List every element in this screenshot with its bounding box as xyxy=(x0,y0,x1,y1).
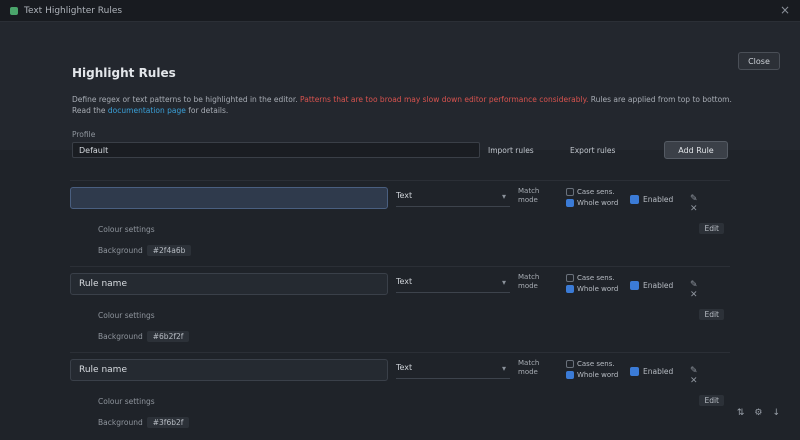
background-label: Background xyxy=(98,418,143,427)
match-mode-label: Match mode xyxy=(518,187,540,204)
colour-settings-label: Colour settings xyxy=(98,311,155,320)
close-window-icon[interactable]: × xyxy=(780,3,790,17)
add-rule-button[interactable]: Add Rule xyxy=(664,141,728,159)
background-label: Background xyxy=(98,332,143,341)
case-option[interactable]: Case sens. xyxy=(566,187,618,198)
bottom-toolbar: ⇅ ⚙ ↓ xyxy=(737,408,780,418)
settings-header-panel: Close Highlight Rules Define regex or te… xyxy=(0,22,800,159)
checkbox-icon xyxy=(566,371,574,379)
wholeword-option[interactable]: Whole word xyxy=(566,370,618,381)
active-tab[interactable]: Text Highlighter Rules xyxy=(0,0,130,22)
rule-type-value: Text xyxy=(396,363,413,372)
case-option-label: Case sens. xyxy=(577,360,615,368)
chevron-down-icon: ▾ xyxy=(501,192,506,201)
edit-colour-button[interactable]: Edit xyxy=(699,309,724,320)
window-titlebar: Text Highlighter Rules × xyxy=(0,0,800,22)
rule-type-value: Text xyxy=(396,277,413,286)
rule-name-input[interactable]: Rule name xyxy=(70,359,388,381)
rule-type-select[interactable]: Text ▾ xyxy=(396,363,510,379)
colour-settings-label: Colour settings xyxy=(98,225,155,234)
desc-suffix: for details. xyxy=(185,106,229,115)
documentation-link[interactable]: documentation page xyxy=(108,106,186,115)
export-label: Export rules xyxy=(570,145,616,155)
match-options: Case sens. Whole word xyxy=(566,273,618,295)
enable-label: Enabled xyxy=(643,367,674,376)
checkbox-icon xyxy=(630,281,639,290)
profile-label: Profile xyxy=(72,130,96,139)
profile-select[interactable]: Default xyxy=(72,142,480,158)
background-value[interactable]: #3f6b2f xyxy=(146,417,190,428)
chevron-down-icon: ▾ xyxy=(501,278,506,287)
rule-item: Rule name Text ▾ Match mode Case sens. Wh… xyxy=(70,266,730,352)
background-value[interactable]: #2f4a6b xyxy=(146,245,192,256)
match-mode-label: Match mode xyxy=(518,359,540,376)
rule-type-value: Text xyxy=(396,191,413,200)
checkbox-icon xyxy=(630,367,639,376)
import-rules-button[interactable]: Import rules xyxy=(488,143,534,157)
wholeword-option[interactable]: Whole word xyxy=(566,284,618,295)
checkbox-icon xyxy=(566,188,574,196)
enable-label: Enabled xyxy=(643,281,674,290)
plugin-icon xyxy=(10,6,18,15)
case-option-label: Case sens. xyxy=(577,274,615,282)
rule-action-icons[interactable]: ✎ ✕ xyxy=(690,280,730,300)
enable-toggle[interactable]: Enabled xyxy=(630,367,673,376)
rule-type-select[interactable]: Text ▾ xyxy=(396,277,510,293)
page-title: Highlight Rules xyxy=(72,66,176,80)
edit-colour-button[interactable]: Edit xyxy=(699,223,724,234)
enable-toggle[interactable]: Enabled xyxy=(630,281,673,290)
rules-list: Text ▾ Match mode Case sens. Whole word E… xyxy=(70,180,730,438)
rule-name-input[interactable] xyxy=(70,187,388,209)
export-rules-button[interactable]: Export rules xyxy=(570,143,615,157)
enable-toggle[interactable]: Enabled xyxy=(630,195,673,204)
wholeword-option-label: Whole word xyxy=(577,285,619,293)
rule-action-icons[interactable]: ✎ ✕ xyxy=(690,366,730,386)
gear-icon[interactable]: ⚙ xyxy=(754,408,762,418)
background-label: Background xyxy=(98,246,143,255)
wholeword-option[interactable]: Whole word xyxy=(566,198,618,209)
close-button[interactable]: Close xyxy=(738,52,780,70)
rule-item: Text ▾ Match mode Case sens. Whole word E… xyxy=(70,180,730,266)
checkbox-icon xyxy=(566,274,574,282)
description-text: Define regex or text patterns to be high… xyxy=(72,94,732,116)
background-value[interactable]: #6b2f2f xyxy=(146,331,190,342)
background-setting: Background #2f4a6b xyxy=(98,245,192,256)
rule-name-input[interactable]: Rule name xyxy=(70,273,388,295)
scroll-down-icon[interactable]: ↓ xyxy=(772,408,780,418)
rule-action-icons[interactable]: ✎ ✕ xyxy=(690,194,730,214)
checkbox-icon xyxy=(630,195,639,204)
match-options: Case sens. Whole word xyxy=(566,359,618,381)
checkbox-icon xyxy=(566,285,574,293)
enable-label: Enabled xyxy=(643,195,674,204)
chevron-down-icon: ▾ xyxy=(501,364,506,373)
rule-item: Rule name Text ▾ Match mode Case sens. Wh… xyxy=(70,352,730,438)
edit-colour-button[interactable]: Edit xyxy=(699,395,724,406)
tab-label: Text Highlighter Rules xyxy=(24,5,123,16)
wholeword-option-label: Whole word xyxy=(577,199,619,207)
sort-icon[interactable]: ⇅ xyxy=(737,408,745,418)
desc-warning: Patterns that are too broad may slow dow… xyxy=(300,95,589,104)
case-option-label: Case sens. xyxy=(577,188,615,196)
background-setting: Background #6b2f2f xyxy=(98,331,190,342)
wholeword-option-label: Whole word xyxy=(577,371,619,379)
colour-settings-label: Colour settings xyxy=(98,397,155,406)
rule-type-select[interactable]: Text ▾ xyxy=(396,191,510,207)
checkbox-icon xyxy=(566,360,574,368)
match-mode-label: Match mode xyxy=(518,273,540,290)
case-option[interactable]: Case sens. xyxy=(566,359,618,370)
background-setting: Background #3f6b2f xyxy=(98,417,190,428)
checkbox-icon xyxy=(566,199,574,207)
import-label: Import rules xyxy=(488,145,534,155)
desc-prefix: Define regex or text patterns to be high… xyxy=(72,95,301,104)
match-options: Case sens. Whole word xyxy=(566,187,618,209)
case-option[interactable]: Case sens. xyxy=(566,273,618,284)
